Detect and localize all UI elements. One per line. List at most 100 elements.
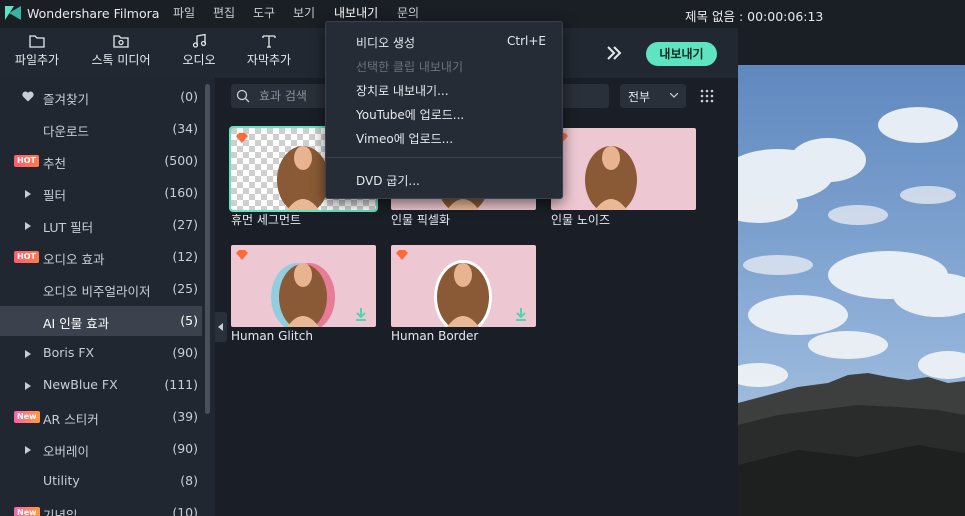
- menu-tools[interactable]: 도구: [253, 5, 275, 23]
- search-icon: [236, 89, 250, 103]
- hot-badge: HOT: [14, 251, 39, 263]
- new-badge: New: [14, 507, 40, 516]
- sidebar-item-count: (90): [172, 345, 198, 360]
- menu-item-export-to-device[interactable]: 장치로 내보내기...: [326, 78, 562, 102]
- menu-item-export-selected-clips: 선택한 클립 내보내기: [326, 54, 562, 78]
- more-tools-chevron-icon[interactable]: [603, 42, 625, 64]
- sidebar-item-label: 필터: [43, 188, 67, 203]
- import-media-button[interactable]: 파일추가: [9, 32, 65, 74]
- sidebar-item-label: 추천: [43, 156, 67, 171]
- expand-arrow-icon[interactable]: [25, 350, 31, 358]
- video-preview[interactable]: [738, 65, 965, 516]
- heart-icon: [22, 91, 34, 102]
- sidebar-item-anniversary[interactable]: New 기념일 (10): [0, 498, 202, 516]
- menu-item-label: 선택한 클립 내보내기: [356, 60, 463, 74]
- sidebar-item-label: NewBlue FX: [43, 377, 118, 392]
- download-icon[interactable]: [354, 307, 368, 321]
- sidebar-item-audio-effects[interactable]: HOT 오디오 효과 (12): [0, 242, 202, 272]
- menu-separator: [326, 157, 562, 158]
- menu-file[interactable]: 파일: [173, 5, 195, 23]
- export-dropdown-menu: 비디오 생성 Ctrl+E 선택한 클립 내보내기 장치로 내보내기... Yo…: [325, 21, 563, 199]
- sidebar-item-lut-filters[interactable]: LUT 필터 (27): [0, 210, 202, 240]
- effect-card-human-border[interactable]: [391, 245, 536, 327]
- menu-item-label: 비디오 생성: [356, 36, 416, 50]
- menu-edit[interactable]: 편집: [213, 5, 235, 23]
- expand-arrow-icon[interactable]: [25, 222, 31, 230]
- preview-header: [738, 28, 965, 65]
- effect-label: Human Glitch: [231, 329, 313, 343]
- menu-item-upload-vimeo[interactable]: Vimeo에 업로드...: [326, 126, 562, 150]
- effect-label: 인물 노이즈: [551, 213, 611, 227]
- effect-card-human-noise[interactable]: [551, 128, 696, 210]
- app-title: Wondershare Filmora: [27, 6, 160, 21]
- menu-item-label: Vimeo에 업로드...: [356, 132, 454, 146]
- premium-gem-icon: [236, 133, 248, 143]
- export-button[interactable]: 내보내기: [646, 42, 717, 66]
- grid-view-icon[interactable]: [700, 89, 714, 103]
- sidebar-item-overlay[interactable]: 오버레이 (90): [0, 434, 202, 464]
- sidebar-item-newblue-fx[interactable]: NewBlue FX (111): [0, 370, 202, 400]
- menu-item-upload-youtube[interactable]: YouTube에 업로드...: [326, 102, 562, 126]
- sidebar-item-count: (10): [172, 505, 198, 516]
- effect-card-human-glitch[interactable]: [231, 245, 376, 327]
- sidebar-item-count: (160): [164, 185, 198, 200]
- sidebar-item-filters[interactable]: 필터 (160): [0, 178, 202, 208]
- sidebar-item-ar-stickers[interactable]: New AR 스티커 (39): [0, 402, 202, 432]
- sidebar-item-label: 기념일: [43, 508, 78, 516]
- effect-label: 인물 픽셀화: [391, 213, 451, 227]
- sidebar-item-recommended[interactable]: HOT 추천 (500): [0, 146, 202, 176]
- expand-arrow-icon[interactable]: [25, 446, 31, 454]
- filmora-window: Wondershare Filmora 파일 편집 도구 보기 내보내기 문의 …: [0, 0, 965, 516]
- sidebar-item-downloads[interactable]: 다운로드 (34): [0, 114, 202, 144]
- music-note-icon: [192, 34, 207, 48]
- sidebar-item-ai-portrait[interactable]: AI 인물 효과 (5): [0, 306, 202, 336]
- menu-item-shortcut: Ctrl+E: [507, 34, 546, 48]
- expand-arrow-icon[interactable]: [25, 382, 31, 390]
- sidebar-item-label: AI 인물 효과: [43, 316, 110, 331]
- sidebar-item-count: (34): [172, 121, 198, 136]
- stock-media-icon: [113, 35, 129, 48]
- audio-label: 오디오: [182, 53, 216, 67]
- sidebar-scrollbar[interactable]: [205, 84, 210, 414]
- import-media-label: 파일추가: [14, 53, 60, 67]
- stock-media-label: 스톡 미디어: [91, 53, 151, 67]
- sidebar-item-count: (39): [172, 409, 198, 424]
- expand-arrow-icon[interactable]: [25, 190, 31, 198]
- new-badge: New: [14, 411, 40, 423]
- effect-filter-select[interactable]: 전부: [620, 84, 686, 108]
- sidebar-item-label: LUT 필터: [43, 220, 94, 235]
- sidebar-item-utility[interactable]: Utility (8): [0, 466, 202, 496]
- titles-button[interactable]: 자막추가: [240, 32, 298, 74]
- stock-media-button[interactable]: 스톡 미디어: [84, 32, 158, 74]
- hot-badge: HOT: [14, 155, 39, 167]
- sidebar-item-count: (0): [180, 89, 198, 104]
- sidebar-item-count: (12): [172, 249, 198, 264]
- chevron-left-icon: [218, 323, 223, 331]
- sidebar-item-count: (8): [180, 473, 198, 488]
- sidebar-item-count: (25): [172, 281, 198, 296]
- download-icon[interactable]: [514, 307, 528, 321]
- audio-button[interactable]: 오디오: [176, 32, 222, 74]
- collapse-sidebar-button[interactable]: [215, 312, 227, 342]
- sidebar-item-count: (111): [164, 377, 198, 392]
- chevron-down-icon: [670, 93, 678, 98]
- project-title-duration: 제목 없음 : 00:00:06:13: [685, 9, 824, 24]
- sidebar-item-label: 즐겨찾기: [43, 92, 90, 107]
- effect-thumbnail: [551, 128, 696, 210]
- sidebar-item-favorites[interactable]: 즐겨찾기 (0): [0, 82, 202, 112]
- sidebar-item-audio-visualizer[interactable]: 오디오 비주얼라이저 (25): [0, 274, 202, 304]
- filter-selected-value: 전부: [628, 90, 651, 104]
- preview-landscape-image: [738, 65, 965, 516]
- sidebar-item-count: (5): [180, 313, 198, 328]
- menu-item-create-video[interactable]: 비디오 생성 Ctrl+E: [326, 30, 562, 54]
- sidebar-item-label: 오디오 효과: [43, 252, 105, 267]
- menu-item-label: DVD 굽기...: [356, 174, 420, 188]
- sidebar-item-count: (500): [164, 153, 198, 168]
- menu-item-label: 장치로 내보내기...: [356, 84, 449, 98]
- titles-label: 자막추가: [246, 53, 292, 67]
- sidebar-item-count: (90): [172, 441, 198, 456]
- sidebar-item-boris-fx[interactable]: Boris FX (90): [0, 338, 202, 368]
- sidebar-item-label: 오버레이: [43, 444, 90, 459]
- menu-view[interactable]: 보기: [293, 5, 315, 23]
- menu-item-burn-dvd[interactable]: DVD 굽기...: [326, 168, 562, 192]
